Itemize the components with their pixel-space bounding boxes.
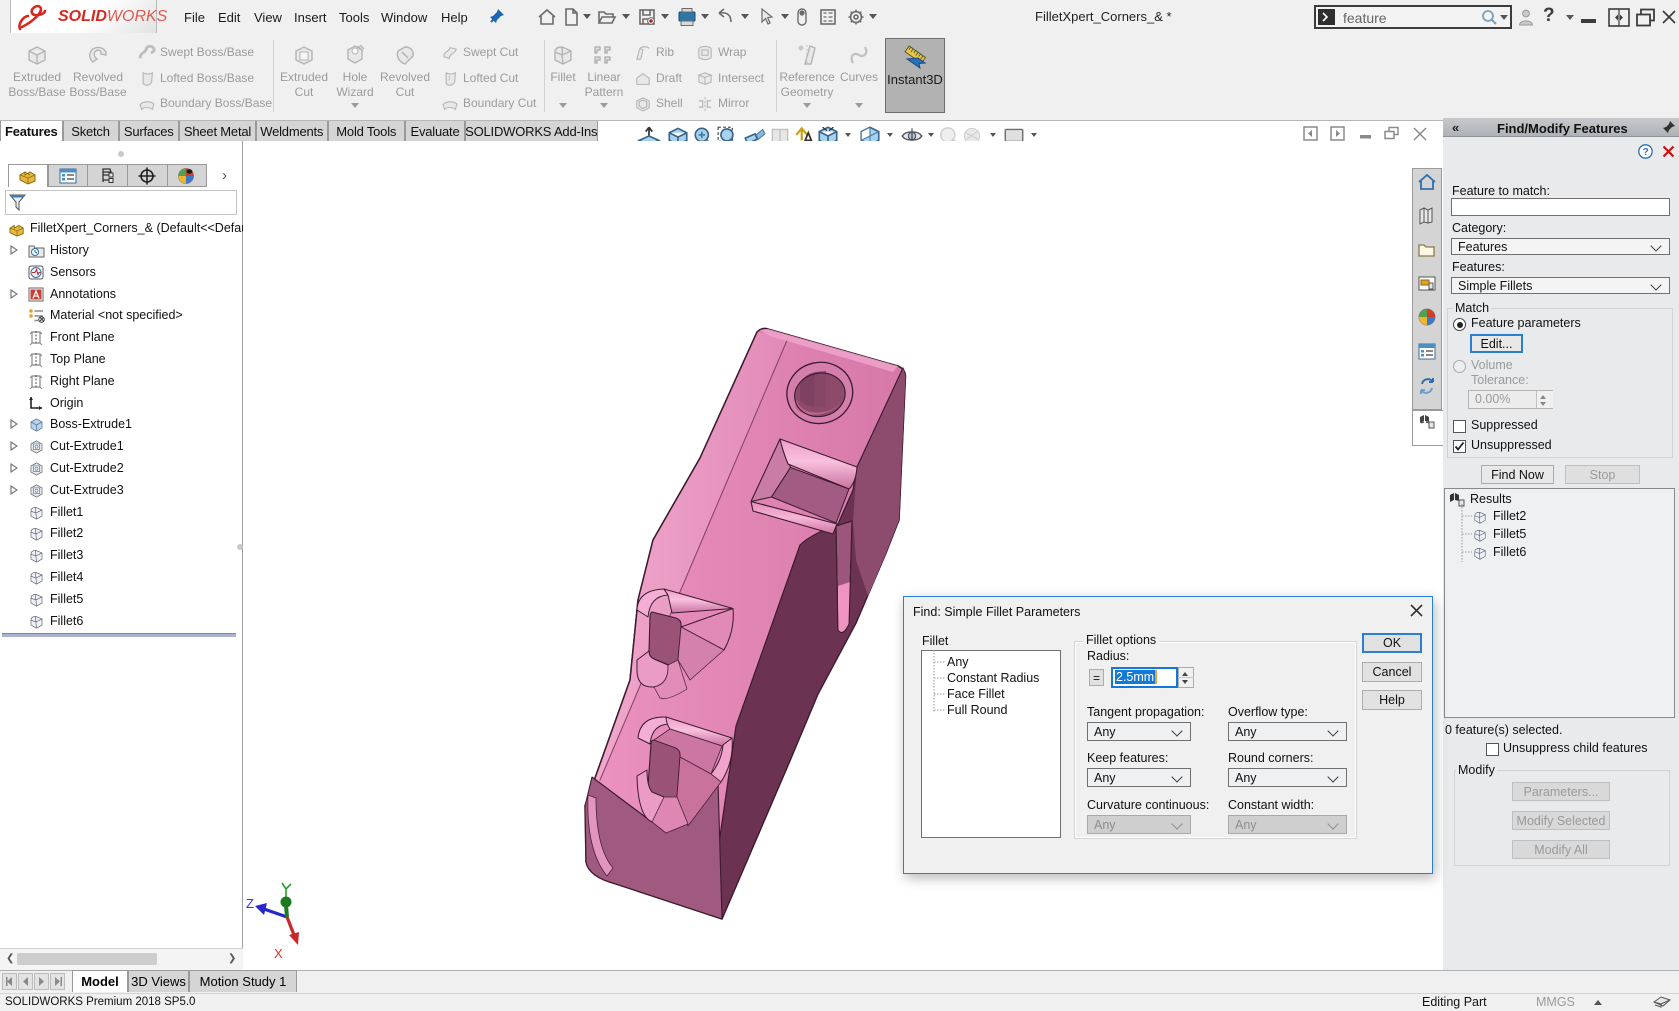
svg-text:?: ? — [1643, 147, 1649, 158]
svg-text:X: X — [274, 946, 283, 961]
svg-text:Z: Z — [246, 896, 254, 911]
